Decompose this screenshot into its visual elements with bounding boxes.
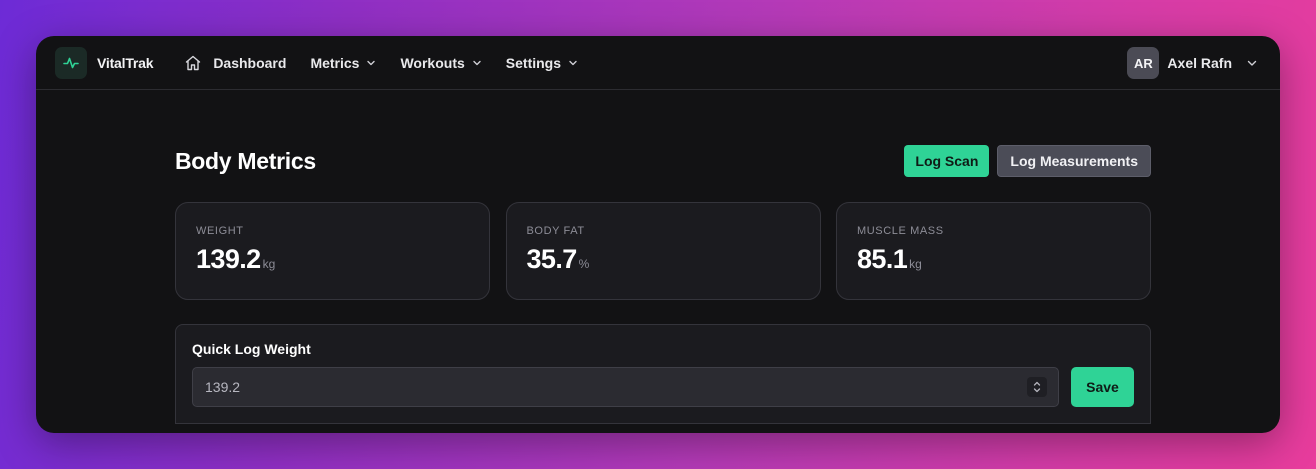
metric-card-body-fat: Body Fat 35.7 %: [505, 202, 821, 300]
nav-item-dashboard[interactable]: Dashboard: [184, 54, 286, 72]
quick-log-panel: Quick Log Weight Save: [175, 324, 1151, 424]
activity-pulse-icon[interactable]: [55, 46, 87, 79]
metric-value: 85.1: [857, 244, 908, 274]
nav-item-label: Metrics: [310, 54, 360, 71]
main-nav: Dashboard Metrics Workouts Settings: [184, 54, 602, 72]
weight-input[interactable]: [193, 368, 1058, 406]
metric-unit: %: [578, 257, 590, 271]
metric-label: Muscle Mass: [857, 225, 944, 237]
home-icon: [184, 54, 202, 72]
weight-input-wrapper: [192, 367, 1059, 407]
brand-name[interactable]: VitalTrak: [97, 55, 154, 71]
chevron-down-icon[interactable]: [1246, 57, 1258, 69]
metric-label: Weight: [196, 225, 244, 237]
user-name: Axel Rafn: [1167, 55, 1232, 71]
app-window: VitalTrak Dashboard Metrics Workouts Set…: [36, 36, 1280, 433]
number-stepper-icon[interactable]: [1027, 377, 1047, 397]
metric-card-weight: Weight 139.2 kg: [175, 202, 490, 300]
quick-log-title: Quick Log Weight: [192, 341, 311, 357]
nav-item-settings[interactable]: Settings: [506, 55, 578, 71]
nav-item-workouts[interactable]: Workouts: [400, 55, 481, 71]
nav-item-label: Workouts: [400, 54, 465, 71]
save-button[interactable]: Save: [1071, 367, 1134, 407]
metric-label: Body Fat: [526, 225, 585, 237]
chevron-down-icon: [472, 58, 482, 68]
nav-item-metrics[interactable]: Metrics: [310, 55, 376, 71]
page-actions: Log Scan Log Measurements: [904, 145, 1151, 177]
nav-item-label: Settings: [505, 54, 562, 71]
page-title: Body Metrics: [175, 147, 316, 174]
chevron-down-icon: [366, 58, 376, 68]
metric-unit: kg: [262, 257, 276, 271]
metric-card-muscle-mass: Muscle Mass 85.1 kg: [836, 202, 1151, 300]
metric-value: 35.7: [526, 244, 578, 274]
top-navbar: VitalTrak Dashboard Metrics Workouts Set…: [36, 36, 1280, 90]
metric-cards: Weight 139.2 kg Body Fat 35.7 % Muscle M…: [175, 202, 1151, 300]
avatar[interactable]: AR: [1127, 47, 1160, 79]
metric-unit: kg: [909, 257, 922, 271]
nav-item-label: Dashboard: [213, 54, 287, 71]
user-menu[interactable]: AR Axel Rafn: [1127, 47, 1258, 79]
main-content: Body Metrics Log Scan Log Measurements W…: [175, 145, 1151, 424]
chevron-down-icon: [568, 58, 578, 68]
log-measurements-button[interactable]: Log Measurements: [997, 145, 1151, 177]
log-scan-button[interactable]: Log Scan: [904, 145, 990, 177]
metric-value: 139.2: [196, 244, 261, 274]
page-header: Body Metrics Log Scan Log Measurements: [175, 145, 1151, 177]
